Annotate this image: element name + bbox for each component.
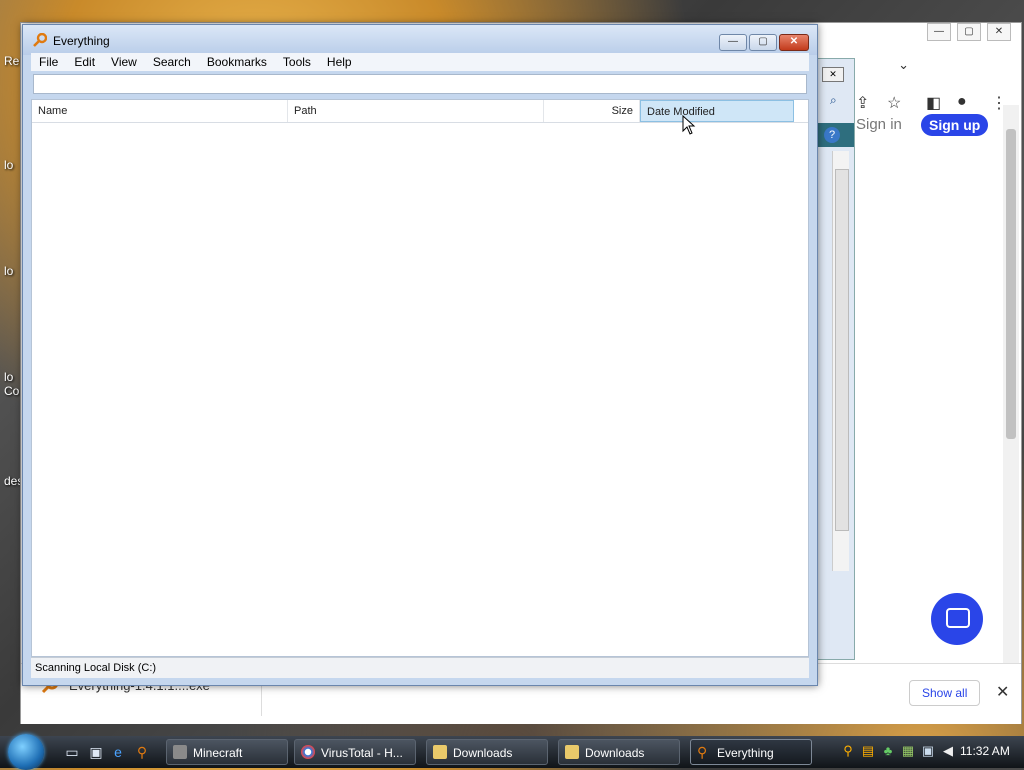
profile-icon[interactable]: ● bbox=[957, 93, 967, 111]
menu-help[interactable]: Help bbox=[319, 53, 360, 71]
maximize-button[interactable]: ▢ bbox=[957, 23, 981, 41]
taskbar-button-everything[interactable]: ⚲ Everything bbox=[690, 739, 812, 765]
maximize-button[interactable]: ▢ bbox=[749, 34, 777, 51]
desktop-icon-label[interactable]: lo bbox=[4, 158, 13, 172]
taskbar-button-label: Everything bbox=[717, 746, 774, 760]
system-tray: ⚲ ▤ ♣ ▦ ▣ ◀ bbox=[840, 742, 956, 760]
chevron-down-icon[interactable]: ⌄ bbox=[898, 57, 909, 73]
folder-icon bbox=[433, 745, 447, 759]
switch-windows-icon[interactable]: ▣ bbox=[88, 744, 104, 760]
column-header-date-modified[interactable]: Date Modified bbox=[640, 100, 794, 122]
browser-caption-buttons: — ▢ ✕ bbox=[927, 23, 1021, 43]
clock[interactable]: 11:32 AM bbox=[960, 744, 1010, 758]
menu-file[interactable]: File bbox=[31, 53, 66, 71]
app-tray-icon[interactable]: ♣ bbox=[880, 742, 896, 760]
taskbar-button-downloads[interactable]: Downloads bbox=[426, 739, 548, 765]
everything-tray-icon[interactable]: ⚲ bbox=[840, 742, 856, 760]
everything-icon[interactable]: ⚲ bbox=[134, 744, 150, 760]
app-tray-icon[interactable]: ▤ bbox=[860, 742, 876, 760]
background-window-fragment: ✕ ⌕ ? bbox=[815, 58, 855, 660]
desktop-icon-label[interactable]: lo bbox=[4, 370, 13, 384]
minimize-button[interactable]: — bbox=[927, 23, 951, 41]
everything-icon bbox=[33, 33, 47, 47]
taskbar-button-virustotal[interactable]: VirusTotal - H... bbox=[294, 739, 416, 765]
taskbar-button-downloads[interactable]: Downloads bbox=[558, 739, 680, 765]
close-download-bar-button[interactable]: ✕ bbox=[996, 682, 1009, 702]
everything-icon: ⚲ bbox=[697, 744, 708, 760]
show-desktop-icon[interactable]: ▭ bbox=[64, 744, 80, 760]
scrollbar-thumb[interactable] bbox=[1006, 129, 1016, 439]
share-icon[interactable]: ⇪ bbox=[856, 93, 869, 113]
title-bar[interactable]: Everything — ▢ ✕ bbox=[23, 25, 817, 55]
everything-window: Everything — ▢ ✕ File Edit View Search B… bbox=[22, 24, 818, 686]
scrollbar[interactable] bbox=[832, 151, 849, 571]
sign-in-link[interactable]: Sign in bbox=[856, 116, 902, 133]
window-title: Everything bbox=[53, 34, 110, 48]
search-input[interactable] bbox=[33, 74, 807, 94]
menu-bookmarks[interactable]: Bookmarks bbox=[199, 53, 275, 71]
sign-up-button[interactable]: Sign up bbox=[921, 114, 989, 136]
minecraft-icon bbox=[173, 745, 187, 759]
menu-search[interactable]: Search bbox=[145, 53, 199, 71]
taskbar: ▭ ▣ e ⚲ Minecraft VirusTotal - H... Down… bbox=[0, 734, 1024, 770]
star-icon[interactable]: ☆ bbox=[887, 93, 901, 113]
menu-tools[interactable]: Tools bbox=[275, 53, 319, 71]
column-header-name[interactable]: Name bbox=[32, 100, 288, 122]
desktop-icon-label[interactable]: Re bbox=[4, 54, 19, 68]
column-header-size[interactable]: Size bbox=[544, 100, 640, 122]
menu-view[interactable]: View bbox=[103, 53, 145, 71]
results-list[interactable]: Name Path Size Date Modified bbox=[31, 99, 809, 657]
show-all-button[interactable]: Show all bbox=[909, 680, 981, 706]
menu-bar: File Edit View Search Bookmarks Tools He… bbox=[31, 53, 809, 71]
help-icon[interactable]: ? bbox=[824, 127, 840, 143]
folder-icon bbox=[565, 745, 579, 759]
network-icon[interactable]: ▣ bbox=[920, 742, 936, 760]
page-scrollbar[interactable] bbox=[1003, 105, 1019, 665]
close-button[interactable]: ✕ bbox=[822, 67, 844, 82]
sidebar-icon[interactable]: ◧ bbox=[926, 93, 941, 113]
scrollbar-thumb[interactable] bbox=[835, 169, 849, 531]
taskbar-button-label: VirusTotal - H... bbox=[321, 746, 403, 760]
internet-explorer-icon[interactable]: e bbox=[110, 744, 126, 760]
taskbar-button-label: Downloads bbox=[585, 746, 645, 760]
close-button[interactable]: ✕ bbox=[987, 23, 1011, 41]
start-button[interactable] bbox=[8, 734, 44, 770]
close-button[interactable]: ✕ bbox=[779, 34, 809, 51]
minimize-button[interactable]: — bbox=[719, 34, 747, 51]
menu-edit[interactable]: Edit bbox=[66, 53, 103, 71]
mouse-cursor-icon bbox=[682, 115, 696, 135]
status-bar: Scanning Local Disk (C:) bbox=[31, 657, 809, 678]
column-header-path[interactable]: Path bbox=[288, 100, 544, 122]
desktop-icon-label[interactable]: Co bbox=[4, 384, 19, 398]
desktop-icon-label[interactable]: lo bbox=[4, 264, 13, 278]
chrome-icon bbox=[301, 745, 315, 759]
app-tray-icon[interactable]: ▦ bbox=[900, 742, 916, 760]
volume-muted-icon[interactable]: ◀ bbox=[940, 742, 956, 760]
taskbar-button-label: Minecraft bbox=[193, 746, 243, 760]
taskbar-button-label: Downloads bbox=[453, 746, 513, 760]
search-icon[interactable]: ⌕ bbox=[830, 93, 837, 108]
taskbar-button-minecraft[interactable]: Minecraft bbox=[166, 739, 288, 765]
chat-icon[interactable] bbox=[931, 593, 983, 645]
